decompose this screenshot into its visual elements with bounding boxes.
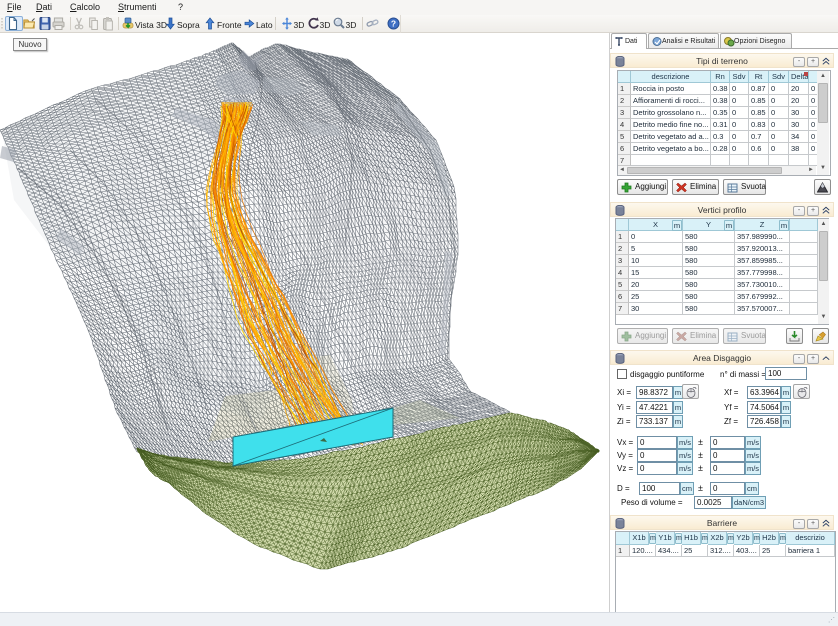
- svg-text:?: ?: [391, 19, 396, 29]
